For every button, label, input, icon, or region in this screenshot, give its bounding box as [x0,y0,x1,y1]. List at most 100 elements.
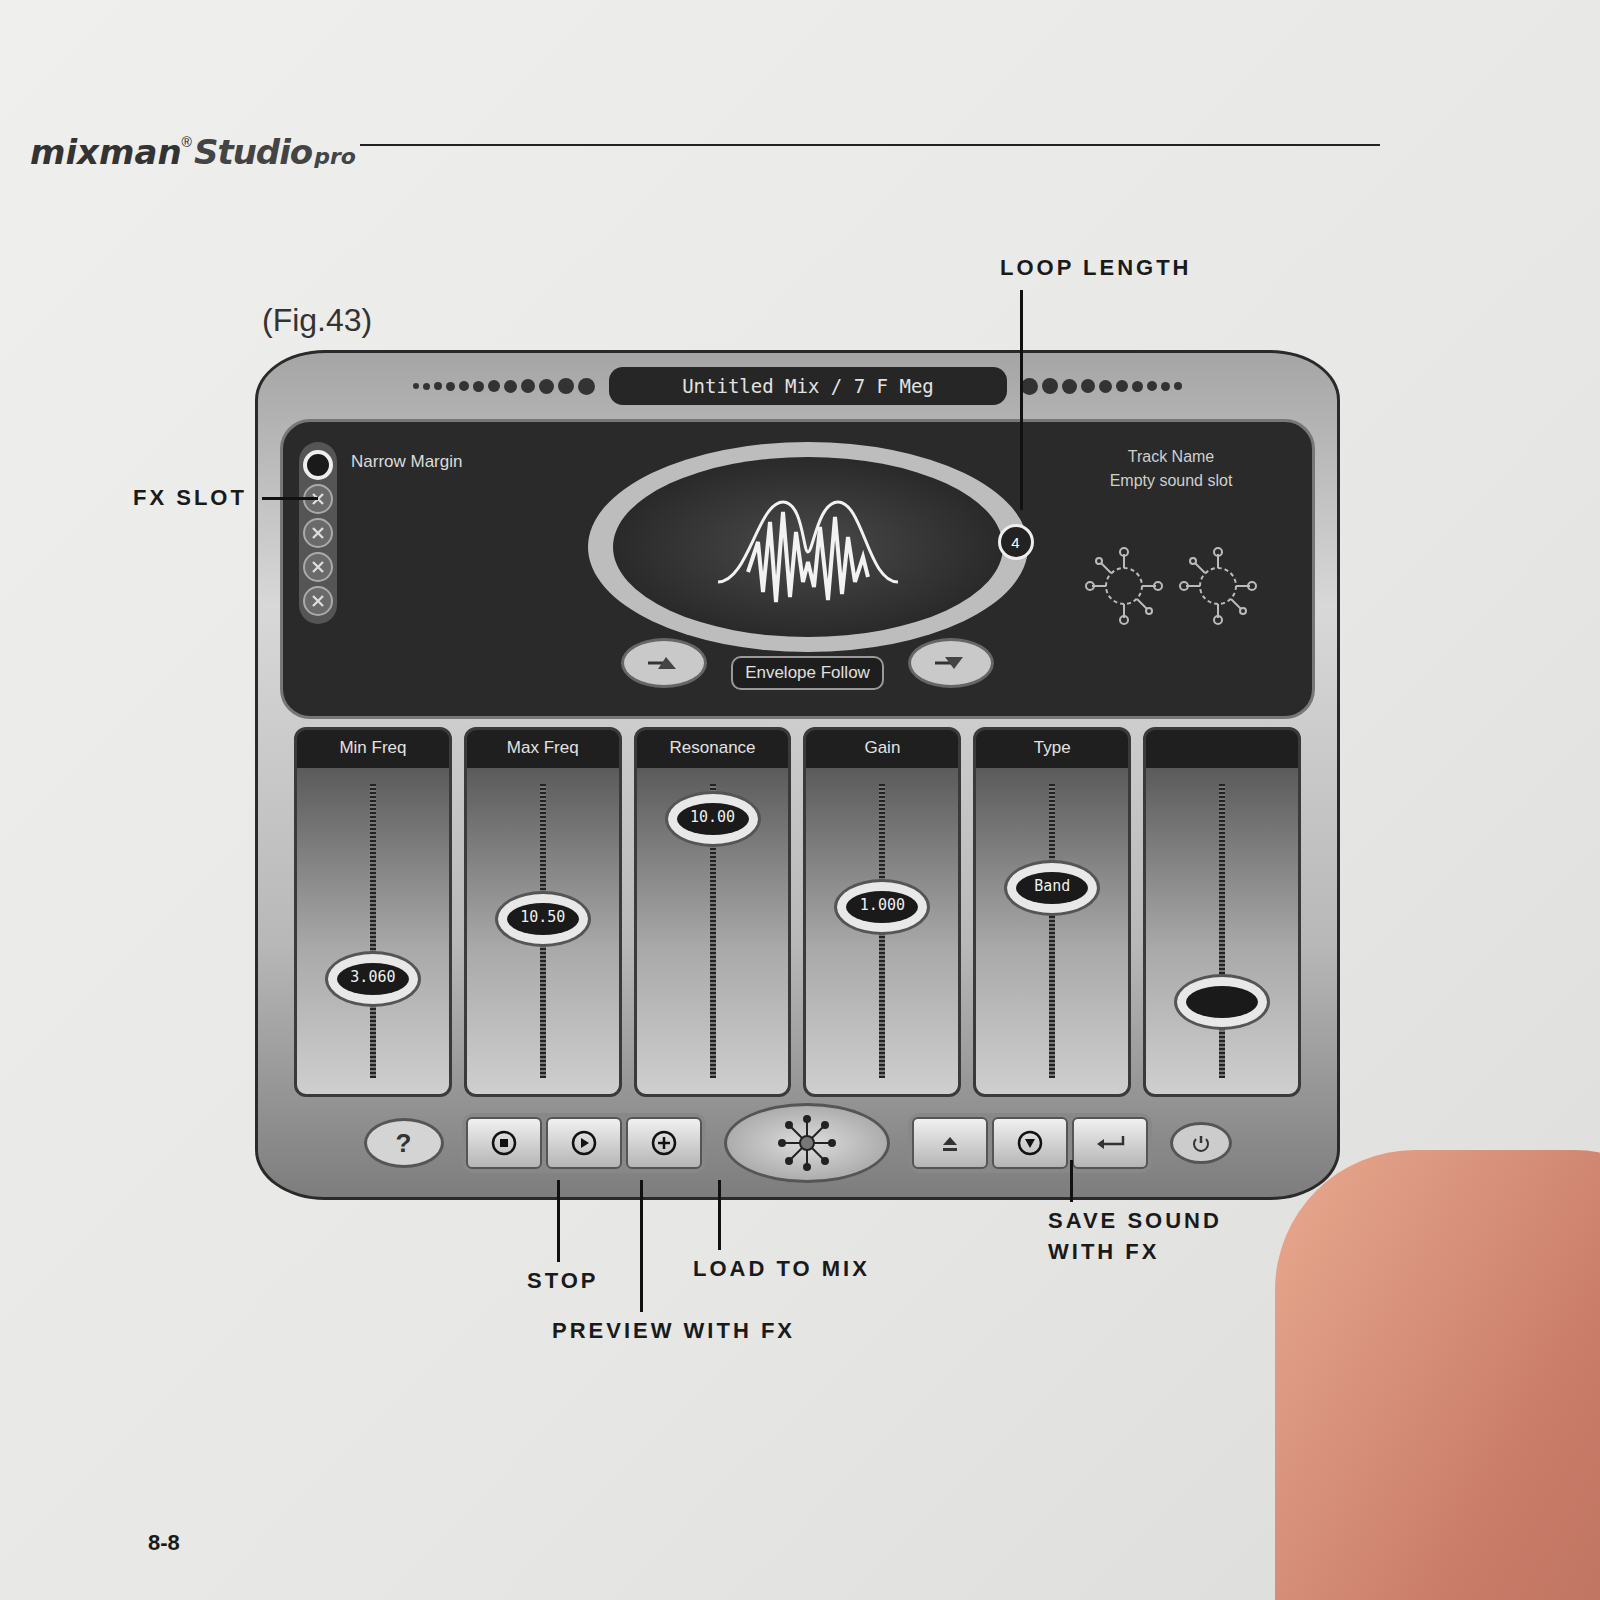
empty-slot-icon [310,525,326,541]
dot [413,383,419,389]
empty-slot-icon [310,593,326,609]
track-line [1049,784,1055,1078]
eject-button[interactable] [912,1117,988,1169]
dot [459,381,469,391]
logo-mark: ® [182,134,192,150]
slider-track: 1.000 [806,784,958,1078]
fx-slot[interactable] [303,552,333,582]
track-line [370,784,376,1078]
empty-slot-icon [310,559,326,575]
loop-length-knob[interactable]: 4 [998,524,1034,560]
save-button[interactable] [992,1117,1068,1169]
play-icon [571,1130,597,1156]
stop-callout: STOP [527,1268,599,1294]
slider-knob[interactable]: Band [1004,860,1100,916]
slider-track: 3.060 [297,784,449,1078]
fx-slot-callout: FX SLOT [133,485,247,511]
slider-knob[interactable]: 3.060 [325,951,421,1007]
track-info: Track NameEmpty sound slot [1046,442,1296,696]
product-logo: mixman®Studiopro [30,132,356,172]
slider-knob[interactable]: 10.00 [665,791,761,847]
dot [1062,379,1077,394]
preview-button[interactable] [546,1117,622,1169]
callout-line [640,1180,643,1312]
thumb [1275,1150,1600,1600]
callout-line [262,497,318,500]
slider-track: 10.50 [467,784,619,1078]
dot [423,383,430,390]
load-callout: LOAD TO MIX [693,1256,870,1282]
right-toggle[interactable] [908,638,994,688]
wave-display [613,457,1003,637]
slider-track: 10.00 [637,784,789,1078]
fx-slot[interactable] [303,450,333,480]
slider-knob[interactable]: 10.50 [495,891,591,947]
dot [446,382,455,391]
slider-label: Resonance [637,730,789,768]
slider-label: Min Freq [297,730,449,768]
dot [434,382,442,390]
dot [539,379,554,394]
slider: Resonance 10.00 [634,727,792,1097]
node-icon [1178,546,1258,626]
dot [1042,378,1058,394]
dot [1174,382,1182,390]
close-button[interactable] [1170,1122,1232,1164]
dot [1099,380,1112,393]
toggle-icon [931,653,971,673]
slider: Type Band [973,727,1131,1097]
preview-callout: PREVIEW WITH FX [552,1318,795,1344]
return-icon [1093,1130,1127,1156]
slider-reading: Band [1016,872,1088,904]
transport-group [462,1113,706,1173]
fx-area: Narrow Margin [299,442,569,696]
logo-edition: pro [314,144,356,169]
callout-line [557,1180,560,1262]
stop-button[interactable] [466,1117,542,1169]
slider-track: Band [976,784,1128,1078]
dots-left [413,378,595,395]
callout-line [1020,290,1023,510]
slider-label: Type [976,730,1128,768]
mixman-button[interactable] [724,1103,890,1183]
fx-slot[interactable] [303,518,333,548]
display-ring: 4 [588,442,1028,652]
slider-track [1146,784,1298,1078]
fx-slot[interactable] [303,586,333,616]
waveform-icon [708,482,908,612]
load-button[interactable] [626,1117,702,1169]
dot [473,381,484,392]
dot [1021,378,1038,395]
load-icon [651,1130,677,1156]
loop-length-value: 4 [1011,534,1019,551]
back-button[interactable] [1072,1117,1148,1169]
slider-knob[interactable] [1174,974,1270,1030]
center-area: 4 Envelope Follow [569,442,1046,696]
slider-reading [1186,986,1258,1018]
envelope-label: Envelope Follow [731,656,884,690]
file-group [908,1113,1152,1173]
slider-reading: 10.00 [677,803,749,835]
help-button[interactable]: ? [364,1118,444,1168]
logo-product: Studio [194,132,312,172]
dot [521,379,535,393]
slider: Max Freq10.50 [464,727,622,1097]
slider-reading: 3.060 [337,963,409,995]
emblem-icon [772,1113,842,1173]
slider-label [1146,730,1298,768]
window-title: Untitled Mix / 7 F Meg [609,367,1007,405]
fx-window: Untitled Mix / 7 F Meg Narrow Margin 4 Enve… [255,350,1340,1200]
header-rule [360,144,1380,146]
track-line [1219,784,1225,1078]
dot [1081,379,1095,393]
slider: Min Freq 3.060 [294,727,452,1097]
manual-page: mixman®Studiopro(Fig.43)Untitled Mix / 7… [0,0,1600,1600]
slider-reading: 1.000 [846,891,918,923]
slider-bank: Min Freq 3.060 Max Freq10.50 Resonance 10.00… [280,727,1315,1097]
slider-knob[interactable]: 1.000 [834,879,930,935]
left-toggle[interactable] [621,638,707,688]
title-bar: Untitled Mix / 7 F Meg [280,361,1315,411]
page-number: 8-8 [148,1530,180,1556]
power-icon [1191,1133,1211,1153]
dot [558,378,574,394]
